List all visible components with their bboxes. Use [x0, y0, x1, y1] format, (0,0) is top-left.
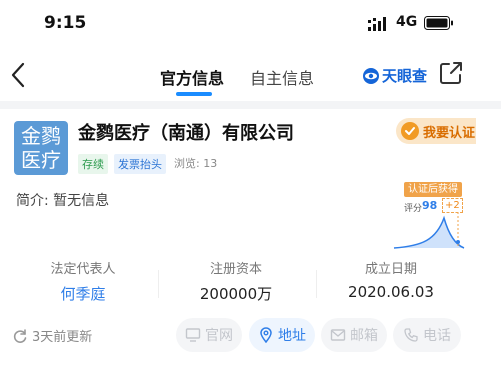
verified-check-icon [401, 122, 419, 140]
tab-independent-info[interactable]: 自主信息 [250, 65, 314, 89]
website-button[interactable]: 官网 [176, 318, 242, 352]
monitor-icon [185, 328, 201, 342]
promo-title: 认证后获得 [404, 182, 462, 197]
active-tab-indicator [176, 92, 212, 96]
section-separator [0, 101, 501, 109]
update-status[interactable]: 3天前更新 [12, 326, 92, 345]
company-logo-line-2: 医疗 [21, 148, 61, 172]
network-label: 4G [396, 14, 418, 30]
status-time: 9:15 [44, 13, 87, 33]
address-label: 地址 [278, 328, 306, 344]
address-button[interactable]: 地址 [249, 318, 315, 352]
capital-value: 200000万 [199, 285, 273, 303]
status-badge: 存续 [78, 154, 108, 174]
intro-value: 暂无信息 [53, 193, 110, 209]
registered-capital: 注册资本 200000万 [161, 258, 311, 304]
email-button[interactable]: 邮箱 [321, 318, 387, 352]
verify-button-label: 我要认证 [423, 125, 476, 141]
view-count-value: 13 [203, 157, 218, 170]
signal-icon [368, 17, 386, 31]
location-pin-icon [260, 327, 272, 343]
update-text: 3天前更新 [32, 330, 93, 345]
founded-value: 2020.06.03 [348, 283, 434, 301]
company-logo: 金鹨 医疗 [14, 121, 68, 175]
status-bar: 9:15 4G [0, 0, 501, 48]
founded-label: 成立日期 [364, 262, 417, 277]
company-logo-line-1: 金鹨 [21, 124, 61, 148]
legal-rep-link[interactable]: 何季庭 [8, 283, 158, 304]
view-count: 浏览: 13 [174, 155, 217, 171]
view-count-label: 浏览: [174, 157, 200, 170]
legal-representative: 法定代表人 何季庭 [8, 258, 158, 304]
invoice-title-tag[interactable]: 发票抬头 [114, 154, 166, 174]
share-icon[interactable] [438, 60, 464, 86]
legal-rep-label: 法定代表人 [50, 262, 116, 277]
company-intro: 简介: 暂无信息 [16, 190, 109, 210]
nav-bar: 官方信息 自主信息 天眼查 [0, 50, 501, 100]
mail-icon [330, 329, 346, 341]
tianyancha-eye-icon [363, 67, 379, 84]
tab-official-info[interactable]: 官方信息 [160, 65, 224, 89]
battery-icon [424, 16, 453, 30]
score-curve-graphic [393, 212, 465, 249]
promo-score: 98 [422, 199, 438, 212]
phone-icon [404, 328, 418, 342]
company-name: 金鹨医疗（南通）有限公司 [78, 123, 294, 144]
founding-date: 成立日期 2020.06.03 [316, 258, 466, 301]
back-icon[interactable] [10, 62, 26, 88]
verify-button[interactable]: 我要认证 [396, 118, 476, 144]
intro-label: 简介: [16, 193, 49, 209]
phone-label: 电话 [423, 328, 451, 344]
stat-divider [158, 270, 159, 298]
capital-label: 注册资本 [209, 262, 262, 277]
promo-bonus: +2 [442, 198, 463, 213]
email-label: 邮箱 [350, 328, 378, 344]
website-label: 官网 [205, 328, 233, 344]
certification-promo[interactable]: 认证后获得 评分 98 +2 [392, 182, 466, 250]
tianyancha-logo: 天眼查 [362, 65, 427, 86]
refresh-icon [13, 328, 27, 343]
brand-name: 天眼查 [382, 67, 428, 85]
phone-button[interactable]: 电话 [393, 318, 461, 352]
